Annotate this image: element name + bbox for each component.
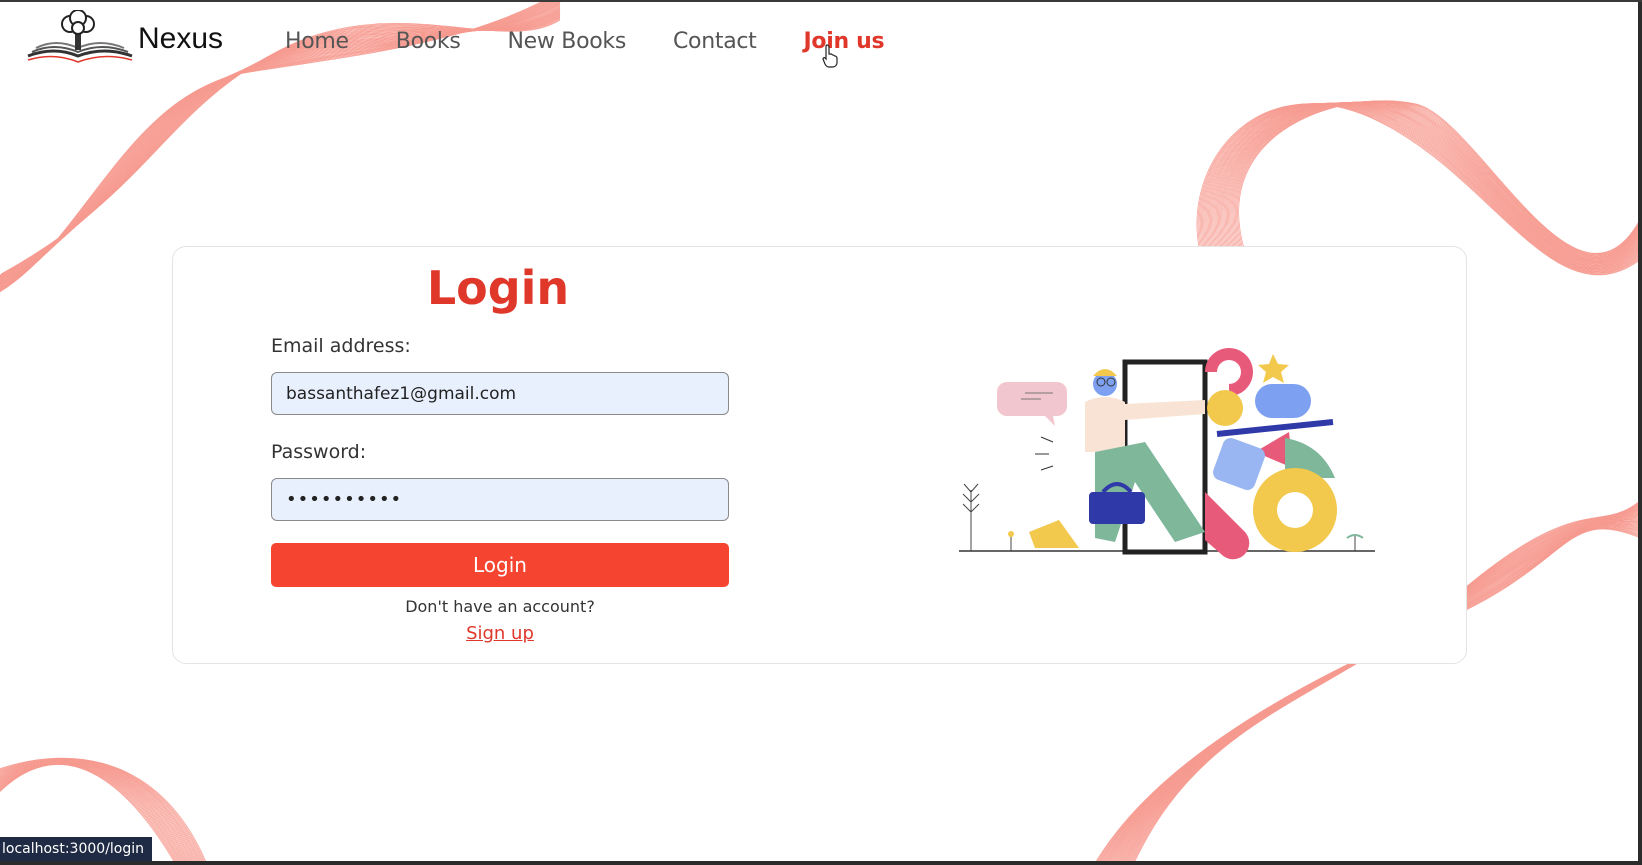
email-label: Email address: xyxy=(271,335,411,357)
window-edge-bottom xyxy=(0,861,1642,865)
nav-home[interactable]: Home xyxy=(285,29,349,54)
wave-line xyxy=(1231,101,1642,257)
brand-name: Nexus xyxy=(138,22,224,55)
email-field[interactable] xyxy=(271,372,729,415)
person-stepping-through-door-illustration xyxy=(959,348,1375,560)
nav-books[interactable]: Books xyxy=(396,29,461,54)
open-book-tree-icon xyxy=(27,10,133,63)
signup-link[interactable]: Sign up xyxy=(271,623,729,644)
brand-logo[interactable]: Nexus xyxy=(24,10,223,68)
login-card: Login Email address: Password: Login Don… xyxy=(172,246,1467,664)
login-button[interactable]: Login xyxy=(271,543,729,587)
no-account-text: Don't have an account? xyxy=(405,597,595,616)
status-bar-url: localhost:3000/login xyxy=(0,837,153,861)
nav-new-books[interactable]: New Books xyxy=(508,29,627,54)
password-label: Password: xyxy=(271,441,367,463)
hand-pointer-cursor-icon xyxy=(822,44,838,68)
nav-contact[interactable]: Contact xyxy=(673,29,757,54)
password-field[interactable] xyxy=(271,478,729,521)
login-title: Login xyxy=(426,261,570,315)
browser-viewport: Nexus Home Books New Books Contact Join … xyxy=(0,0,1642,865)
window-edge xyxy=(1638,2,1642,865)
nav-join-us[interactable]: Join us xyxy=(804,29,885,54)
